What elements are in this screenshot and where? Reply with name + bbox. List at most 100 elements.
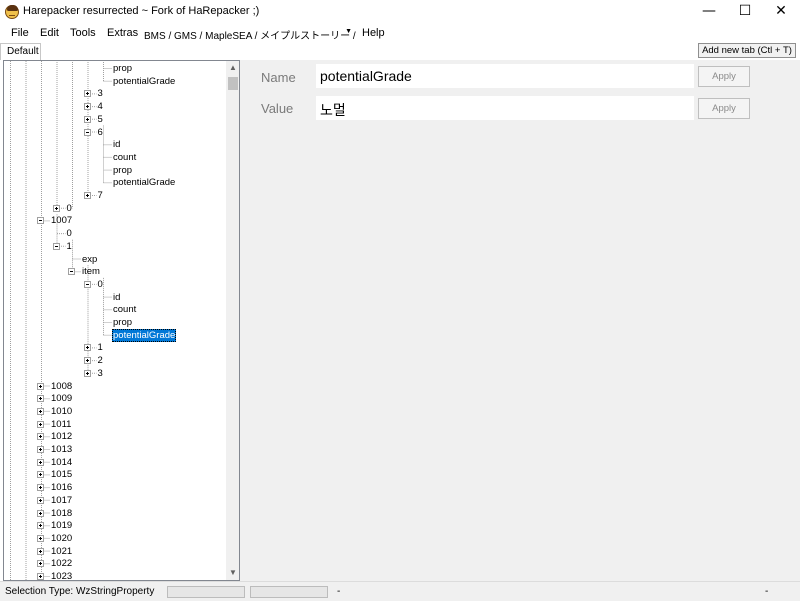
expand-plus-icon[interactable] — [37, 560, 44, 568]
status-bar: Selection Type: WzStringProperty - - — [0, 581, 800, 601]
menu-help[interactable]: Help — [362, 27, 385, 39]
expand-plus-icon[interactable] — [37, 395, 44, 403]
expand-plus-icon[interactable] — [37, 547, 44, 555]
expand-plus-icon[interactable] — [37, 484, 44, 492]
title-bar: Harepacker resurrected ~ Fork of HaRepac… — [0, 0, 800, 24]
chevron-down-icon: ▼ — [345, 28, 352, 35]
tree-node-label: 1008 — [51, 380, 73, 392]
tree-node-label: 3 — [97, 88, 103, 100]
expand-plus-icon[interactable] — [83, 90, 91, 98]
menu-file[interactable]: File — [11, 27, 29, 39]
tree-node-label: prop — [113, 63, 133, 74]
maximize-button[interactable]: ☐ — [727, 0, 763, 24]
scroll-down-icon[interactable]: ▼ — [226, 566, 239, 580]
menu-edit[interactable]: Edit — [40, 27, 59, 39]
tree-node-label: 1013 — [51, 444, 73, 455]
expand-plus-icon[interactable] — [37, 573, 44, 580]
tree-node-label: 0 — [66, 202, 72, 214]
status-dash-2: - — [765, 586, 769, 597]
apply-name-button[interactable]: Apply — [698, 66, 750, 87]
minimize-button[interactable]: — — [691, 0, 727, 24]
property-panel — [244, 60, 800, 581]
expand-plus-icon[interactable] — [83, 115, 91, 123]
tab-default[interactable]: Default — [0, 43, 41, 60]
expand-plus-icon[interactable] — [37, 446, 44, 453]
menu-tools[interactable]: Tools — [70, 27, 96, 39]
tree-node-label: 2 — [97, 355, 103, 367]
expand-plus-icon[interactable] — [37, 471, 44, 479]
apply-value-button[interactable]: Apply — [698, 98, 750, 119]
collapse-minus-icon[interactable] — [37, 217, 44, 225]
tree-node-label: potentialGrade — [113, 75, 176, 87]
expand-plus-icon[interactable] — [37, 458, 44, 466]
status-progress-2 — [250, 586, 328, 598]
tree-node-label: 4 — [97, 101, 103, 113]
name-field[interactable]: potentialGrade — [316, 64, 694, 88]
expand-plus-icon[interactable] — [37, 509, 44, 517]
collapse-minus-icon[interactable] — [83, 128, 91, 136]
value-field[interactable]: 노멀 — [316, 96, 694, 120]
tree-node-label: 1012 — [51, 431, 73, 443]
tree-node-label: id — [113, 139, 121, 151]
tree-node-label-selected: potentialGrade — [112, 328, 177, 342]
add-new-tab-button[interactable]: Add new tab (Ctl + T) — [698, 43, 796, 58]
expand-plus-icon[interactable] — [83, 369, 91, 377]
expand-plus-icon[interactable] — [52, 204, 60, 212]
status-progress-1 — [167, 586, 245, 598]
tree-node-label: 1017 — [51, 494, 73, 506]
tree-node-label: 1020 — [51, 532, 73, 544]
tree-node-label: 1015 — [51, 469, 73, 481]
tree-node-label: prop — [113, 164, 133, 176]
collapse-minus-icon[interactable] — [83, 280, 91, 288]
expand-plus-icon[interactable] — [83, 103, 91, 111]
collapse-minus-icon[interactable] — [68, 268, 75, 276]
tree-node-label: exp — [82, 253, 98, 265]
tree-node-label: 1014 — [51, 456, 73, 468]
tree-node-label: id — [113, 291, 121, 303]
value-label: Value — [261, 101, 294, 116]
scroll-thumb[interactable] — [228, 77, 238, 90]
collapse-minus-icon[interactable] — [52, 242, 60, 250]
tree-node-label: 1011 — [51, 418, 72, 430]
expand-plus-icon[interactable] — [37, 522, 44, 530]
scroll-up-icon[interactable]: ▲ — [226, 61, 239, 75]
character-face-icon — [5, 5, 19, 19]
expand-plus-icon[interactable] — [83, 357, 91, 365]
expand-plus-icon[interactable] — [37, 407, 44, 415]
tree-node-label: 1 — [66, 240, 72, 252]
close-button[interactable]: ✕ — [763, 0, 799, 24]
tree-node-label: 1021 — [51, 545, 73, 557]
tree-node-label: 1007 — [51, 215, 73, 227]
tree-node-label: 1009 — [51, 393, 73, 405]
menu-extras[interactable]: Extras — [107, 27, 138, 39]
wz-tree-view[interactable]: prop potentialGrade 3 4 5 6 id count prop potenti… — [3, 60, 240, 581]
tree-node-label: 1022 — [51, 558, 73, 570]
tree-node-label: 1 — [97, 342, 103, 354]
tree-node-label: 7 — [97, 190, 103, 201]
expand-plus-icon[interactable] — [37, 382, 44, 390]
tree-node-label: 1016 — [51, 482, 73, 494]
tree-node-label: 3 — [97, 367, 103, 379]
window-title: Harepacker resurrected ~ Fork of HaRepac… — [23, 5, 260, 17]
expand-plus-icon[interactable] — [37, 534, 44, 542]
expand-plus-icon[interactable] — [37, 420, 44, 428]
tree-node-label: prop — [113, 317, 133, 328]
menu-bar: File Edit Tools Extras Help — [0, 24, 800, 42]
tree-node-label: 5 — [97, 113, 103, 125]
expand-plus-icon[interactable] — [37, 496, 44, 504]
tree-node-label: 1018 — [51, 507, 73, 519]
name-label: Name — [261, 70, 296, 85]
tree-node-label: count — [113, 151, 137, 163]
expand-plus-icon[interactable] — [83, 192, 91, 199]
tree-node-label: item — [82, 266, 100, 278]
tab-strip — [0, 42, 800, 60]
tree-node-label: 1019 — [51, 520, 73, 532]
tree-node-label: 0 — [97, 278, 103, 290]
status-dash-1: - — [337, 586, 341, 597]
tree-node-label: 0 — [66, 228, 72, 240]
expand-plus-icon[interactable] — [83, 344, 91, 352]
tree-node-label: 1023 — [51, 571, 73, 581]
expand-plus-icon[interactable] — [37, 433, 44, 441]
region-select[interactable]: BMS / GMS / MapleSEA / メイプルストーリー / ▼ — [139, 24, 356, 42]
tree-scrollbar[interactable]: ▲ ▼ — [226, 61, 239, 580]
